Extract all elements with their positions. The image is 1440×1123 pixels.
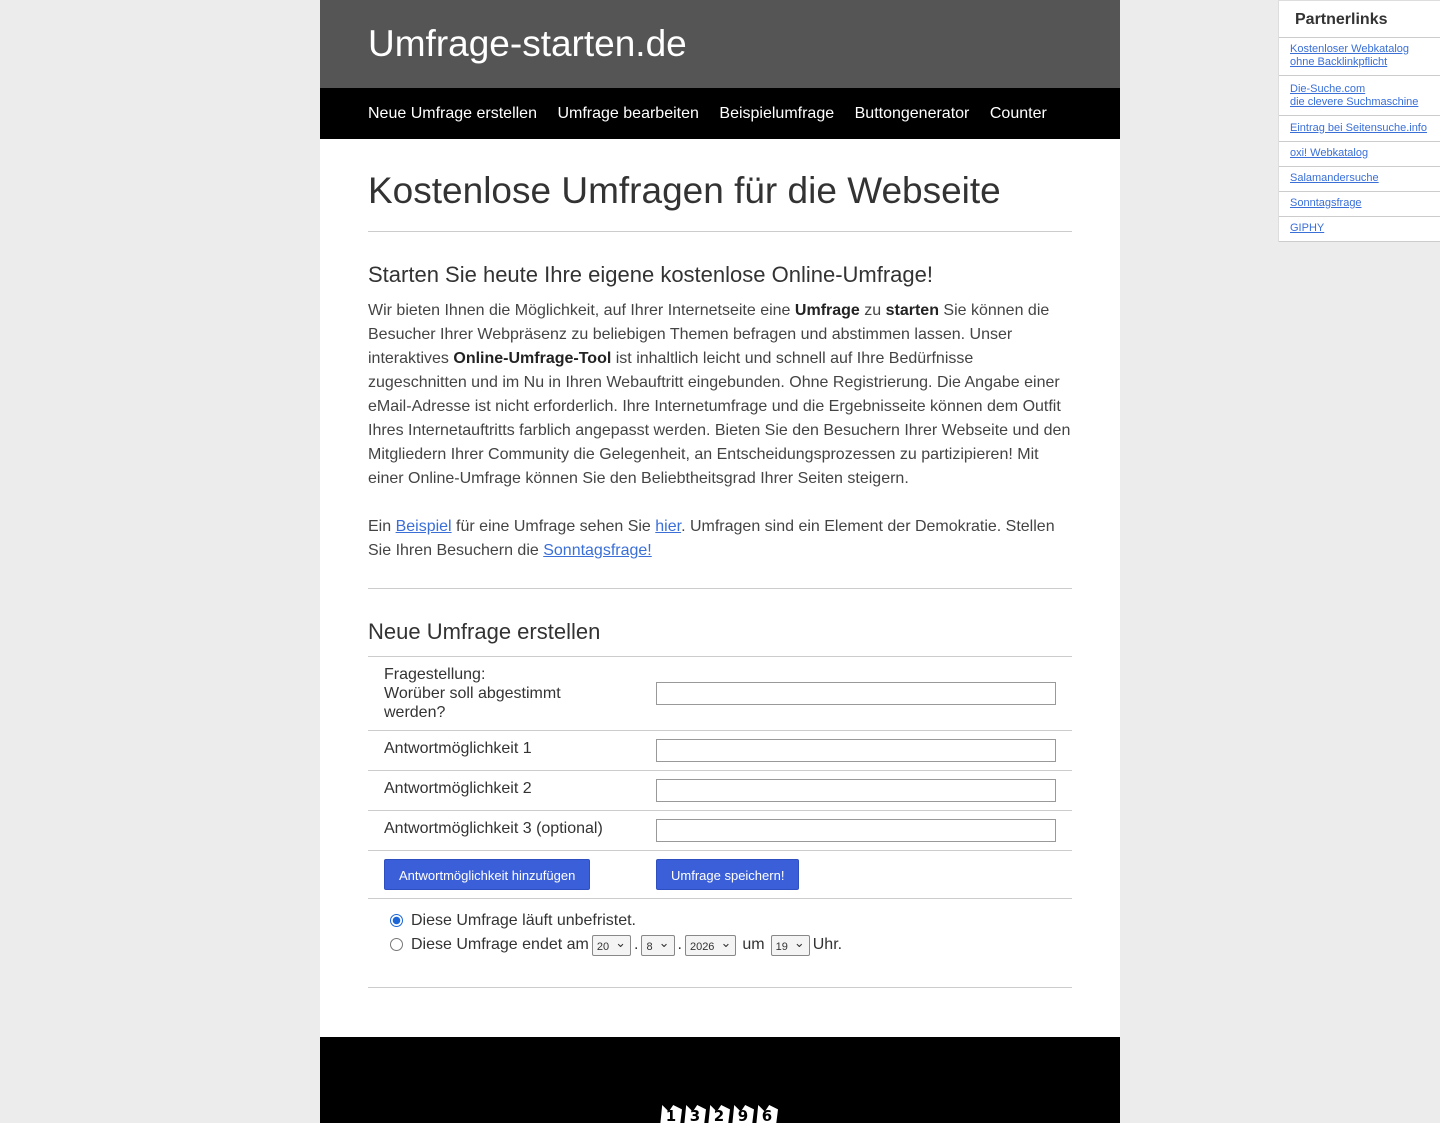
example-text: Ein: [368, 518, 396, 535]
unlimited-option: Diese Umfrage läuft unbefristet.: [388, 909, 1072, 933]
partner-links-box: Partnerlinks Kostenloser Webkatalog ohne …: [1278, 0, 1440, 242]
here-link[interactable]: hier: [655, 518, 681, 535]
example-paragraph: Ein Beispiel für eine Umfrage sehen Sie …: [368, 515, 1072, 563]
intro-text: Wir bieten Ihnen die Möglichkeit, auf Ih…: [368, 302, 795, 319]
answer-row: Antwortmöglichkeit 3 (optional): [368, 810, 1072, 851]
counter-digit: 3: [684, 1105, 706, 1123]
end-hour-select[interactable]: 19: [770, 934, 810, 956]
end-date-option: Diese Umfrage endet am 20. 8. 2026 um 19…: [388, 933, 1072, 957]
date-separator: .: [634, 936, 639, 953]
answer-row: Antwortmöglichkeit 2: [368, 770, 1072, 811]
save-survey-button[interactable]: Umfrage speichern!: [656, 859, 800, 890]
date-separator: .: [677, 936, 682, 953]
survey-form: Fragestellung: Worüber soll abgestimmt w…: [368, 656, 1072, 899]
end-hour-value: 19: [775, 940, 788, 953]
end-month-select[interactable]: 8: [641, 934, 675, 956]
answer2-label: Antwortmöglichkeit 2: [368, 770, 640, 811]
site-title[interactable]: Umfrage-starten.de: [368, 22, 1072, 66]
answer-row: Antwortmöglichkeit 1: [368, 730, 1072, 771]
example-text: für eine Umfrage sehen Sie: [451, 518, 656, 535]
counter-digit: 6: [756, 1105, 778, 1123]
intro-text: ist inhaltlich leicht und schnell auf Ih…: [368, 350, 1071, 487]
nav-item-counter[interactable]: Counter: [990, 88, 1047, 139]
intro-bold-tool: Online-Umfrage-Tool: [453, 350, 612, 367]
partner-link[interactable]: Salamandersuche: [1279, 167, 1440, 192]
partner-link-line1: Die-Suche.com: [1290, 83, 1366, 95]
nav-item-new-survey[interactable]: Neue Umfrage erstellen: [368, 88, 537, 139]
answer1-input[interactable]: [656, 739, 1056, 762]
counter-digit: 1: [660, 1105, 682, 1123]
question-row: Fragestellung: Worüber soll abgestimmt w…: [368, 656, 1072, 731]
counter-digit: 2: [708, 1105, 730, 1123]
unlimited-label: Diese Umfrage läuft unbefristet.: [411, 912, 636, 929]
duration-options: Diese Umfrage läuft unbefristet. Diese U…: [368, 899, 1072, 988]
intro-paragraph: Wir bieten Ihnen die Möglichkeit, auf Ih…: [368, 299, 1072, 491]
footer: 1 3 2 9 6: [320, 1037, 1120, 1123]
form-title: Neue Umfrage erstellen: [368, 619, 601, 644]
intro-text: zu: [859, 302, 886, 319]
example-link[interactable]: Beispiel: [396, 518, 452, 535]
unlimited-radio[interactable]: [390, 913, 403, 927]
partner-link[interactable]: Sonntagsfrage: [1279, 192, 1440, 217]
um-label: um: [742, 936, 765, 953]
end-year-select[interactable]: 2026: [684, 934, 737, 956]
end-date-label: Diese Umfrage endet am: [411, 936, 589, 953]
question-label: Fragestellung: Worüber soll abgestimmt w…: [368, 656, 640, 731]
sonntagsfrage-link[interactable]: Sonntagsfrage!: [543, 542, 652, 559]
partner-link-line1: Kostenloser Webkatalog: [1290, 43, 1410, 55]
site-header: Umfrage-starten.de: [320, 0, 1120, 88]
nav-item-example-survey[interactable]: Beispielumfrage: [719, 88, 834, 139]
partner-link-line2: die clevere Suchmaschine: [1290, 96, 1419, 108]
add-answer-button[interactable]: Antwortmöglichkeit hinzufügen: [384, 859, 591, 890]
partner-links-title: Partnerlinks: [1279, 0, 1440, 38]
nav-item-edit-survey[interactable]: Umfrage bearbeiten: [557, 88, 698, 139]
partner-link[interactable]: Kostenloser Webkatalog ohne Backlinkpflic…: [1279, 38, 1440, 76]
end-month-value: 8: [646, 940, 653, 953]
visitor-counter: 1 3 2 9 6: [660, 1105, 778, 1123]
answer2-input[interactable]: [656, 779, 1056, 802]
answer1-label: Antwortmöglichkeit 1: [368, 730, 640, 771]
partner-link-line2: ohne Backlinkpflicht: [1290, 56, 1388, 68]
counter-digit: 9: [732, 1105, 754, 1123]
intro-bold-starten: starten: [885, 302, 939, 319]
intro-bold-umfrage: Umfrage: [794, 302, 860, 319]
uhr-label: Uhr.: [812, 936, 843, 953]
partner-link[interactable]: oxi! Webkatalog: [1279, 142, 1440, 167]
partner-link[interactable]: Die-Suche.com die clevere Suchmaschine: [1279, 76, 1440, 116]
button-row: Antwortmöglichkeit hinzufügen Umfrage sp…: [368, 850, 1072, 899]
intro-section: Starten Sie heute Ihre eigene kostenlose…: [368, 261, 1072, 589]
answer3-input[interactable]: [656, 819, 1056, 842]
question-label-line2: Worüber soll abgestimmt werden?: [384, 685, 561, 721]
end-day-select[interactable]: 20: [591, 934, 632, 956]
main-page: Umfrage-starten.de Neue Umfrage erstelle…: [320, 0, 1120, 1123]
question-label-line1: Fragestellung:: [384, 666, 486, 683]
page-title: Kostenlose Umfragen für die Webseite: [368, 169, 1072, 232]
end-day-value: 20: [596, 940, 610, 953]
nav-item-button-generator[interactable]: Buttongenerator: [855, 88, 970, 139]
end-date-radio[interactable]: [390, 937, 403, 951]
partner-link[interactable]: GIPHY: [1279, 217, 1440, 242]
content: Kostenlose Umfragen für die Webseite Sta…: [320, 139, 1120, 988]
intro-subheading: Starten Sie heute Ihre eigene kostenlose…: [368, 262, 933, 287]
question-input[interactable]: [656, 682, 1056, 705]
main-nav: Neue Umfrage erstellen Umfrage bearbeite…: [320, 88, 1120, 139]
answer3-label: Antwortmöglichkeit 3 (optional): [368, 810, 640, 851]
end-year-value: 2026: [689, 940, 715, 953]
partner-link[interactable]: Eintrag bei Seitensuche.info: [1279, 116, 1440, 142]
